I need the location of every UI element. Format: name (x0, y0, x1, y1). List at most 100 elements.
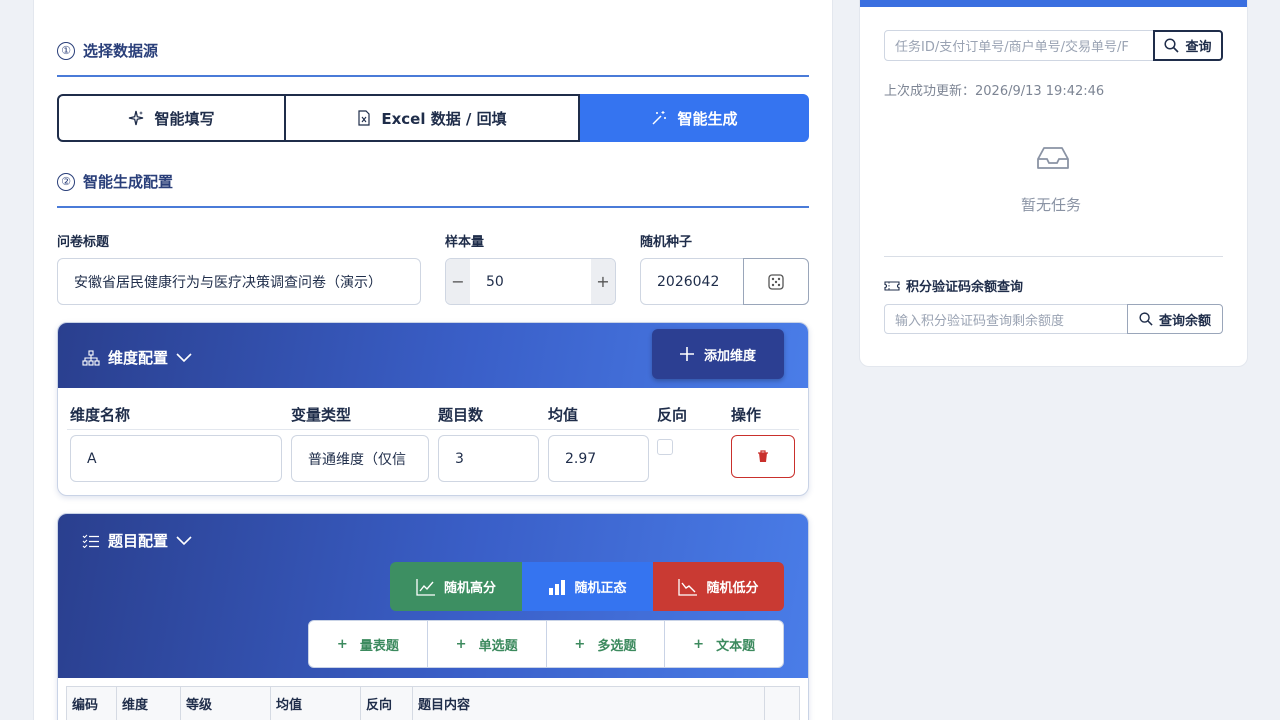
section-title-text: 选择数据源 (83, 42, 159, 60)
delete-dimension-button[interactable] (731, 435, 795, 478)
dimension-panel-header: 维度配置 添加维度 (58, 323, 808, 388)
dim-header-type: 变量类型 (291, 406, 352, 424)
balance-title-text: 积分验证码余额查询 (906, 280, 1024, 295)
ticket-icon (884, 280, 900, 291)
random-high-button[interactable]: 随机高分 (390, 562, 522, 611)
col-code: 编码 (67, 687, 117, 720)
balance-title: 积分验证码余额查询 (884, 276, 1023, 295)
tab-label: 智能填写 (154, 109, 215, 128)
hierarchy-icon (82, 349, 100, 366)
random-seed-button[interactable] (743, 258, 809, 305)
trend-up-icon (416, 578, 435, 596)
task-query-button[interactable]: 查询 (1153, 30, 1223, 61)
questionnaire-title-input[interactable]: 安徽省居民健康行为与医疗决策调查问卷（演示） (57, 258, 421, 305)
side-divider (884, 256, 1223, 257)
dimension-name-input[interactable]: A (70, 435, 282, 482)
tab-smart-fill[interactable]: 智能填写 (57, 94, 286, 142)
tab-label: 智能生成 (677, 109, 738, 128)
dimension-panel-toggle[interactable]: 维度配置 (82, 347, 192, 368)
section-title-data-source: ① 选择数据源 (57, 40, 158, 61)
add-multi-label: 多选题 (597, 638, 637, 654)
plus-icon: + (336, 636, 348, 652)
empty-task-text: 暂无任务 (1021, 196, 1082, 214)
col-dimension: 维度 (117, 687, 181, 720)
tab-label: Excel 数据 / 回填 (381, 109, 507, 128)
dim-header-divider (67, 429, 799, 430)
side-card-accent-bar (860, 0, 1247, 7)
empty-inbox-icon (1037, 147, 1069, 169)
sparkle-icon (129, 110, 144, 126)
add-text-question-button[interactable]: + 文本题 (665, 621, 783, 667)
step-number-2: ② (57, 172, 75, 191)
col-level: 等级 (181, 687, 271, 720)
question-panel-title: 题目配置 (108, 532, 169, 550)
dim-header-count: 题目数 (438, 406, 484, 424)
add-question-buttons: + 量表题 + 单选题 + 多选题 + 文本题 (308, 620, 784, 668)
trash-icon (758, 450, 768, 462)
decrement-button[interactable]: − (446, 259, 470, 304)
section-title-generate-config: ② 智能生成配置 (57, 171, 173, 192)
reverse-checkbox[interactable] (657, 439, 673, 455)
sample-size-input[interactable]: 50 (470, 259, 591, 304)
add-scale-label: 量表题 (359, 638, 399, 654)
section-divider (57, 206, 809, 208)
question-table-header: 编码 维度 等级 均值 反向 题目内容 (66, 686, 800, 720)
balance-code-input[interactable]: 输入积分验证码查询剩余额度 (884, 304, 1128, 334)
balance-query-button[interactable]: 查询余额 (1127, 304, 1223, 334)
add-multi-choice-button[interactable]: + 多选题 (547, 621, 666, 667)
task-search-input[interactable]: 任务ID/支付订单号/商户单号/交易单号/F (884, 30, 1154, 61)
increment-button[interactable]: + (591, 259, 615, 304)
tab-smart-generate[interactable]: 智能生成 (580, 94, 809, 142)
last-update-text: 上次成功更新：2026/9/13 19:42:46 (884, 84, 1105, 99)
random-seed-input[interactable]: 2026042 (640, 258, 744, 305)
mean-input[interactable]: 2.97 (548, 435, 649, 482)
data-source-tabs: 智能填写 Excel 数据 / 回填 智能生成 (57, 94, 809, 142)
checklist-icon (82, 534, 99, 548)
dim-header-actions: 操作 (731, 406, 762, 424)
chevron-down-icon (176, 352, 192, 362)
tab-excel-data[interactable]: Excel 数据 / 回填 (286, 94, 580, 142)
bar-chart-icon (549, 579, 566, 595)
dim-header-mean: 均值 (548, 406, 579, 424)
section-divider (57, 75, 809, 77)
add-single-choice-button[interactable]: + 单选题 (428, 621, 547, 667)
plus-icon: + (693, 636, 705, 652)
add-single-label: 单选题 (478, 638, 518, 654)
add-dimension-button[interactable]: 添加维度 (652, 329, 784, 379)
questionnaire-title-label: 问卷标题 (57, 235, 110, 250)
dim-header-name: 维度名称 (70, 406, 131, 424)
random-high-label: 随机高分 (443, 581, 496, 596)
dim-header-reverse: 反向 (657, 406, 688, 424)
col-extra (765, 687, 799, 720)
section-title-text: 智能生成配置 (83, 173, 174, 191)
random-normal-label: 随机正态 (574, 581, 627, 596)
random-normal-button[interactable]: 随机正态 (522, 562, 653, 611)
search-icon (1139, 312, 1153, 326)
col-mean: 均值 (271, 687, 361, 720)
sample-size-label: 样本量 (445, 235, 485, 250)
sample-size-stepper: − 50 + (445, 258, 616, 305)
dimension-panel-title: 维度配置 (108, 349, 169, 367)
question-count-input[interactable]: 3 (438, 435, 539, 482)
magic-wand-icon (652, 111, 667, 125)
dice-icon (768, 273, 784, 290)
col-content: 题目内容 (413, 687, 765, 720)
add-scale-question-button[interactable]: + 量表题 (309, 621, 428, 667)
trend-down-icon (678, 578, 698, 596)
col-reverse: 反向 (361, 687, 413, 720)
question-panel-toggle[interactable]: 题目配置 (82, 530, 192, 551)
balance-query-label: 查询余额 (1158, 313, 1211, 329)
add-text-label: 文本题 (716, 638, 756, 654)
random-seed-label: 随机种子 (640, 235, 693, 250)
task-query-label: 查询 (1185, 40, 1212, 55)
plus-icon: + (455, 636, 467, 652)
plus-icon (679, 347, 694, 361)
random-low-label: 随机低分 (706, 581, 759, 596)
search-icon (1164, 38, 1180, 53)
step-number-1: ① (57, 41, 75, 60)
chevron-down-icon (176, 535, 192, 545)
plus-icon: + (574, 636, 586, 652)
random-low-button[interactable]: 随机低分 (653, 562, 784, 611)
excel-file-icon (358, 110, 370, 126)
variable-type-select[interactable]: 普通维度（仅信 (291, 435, 429, 482)
